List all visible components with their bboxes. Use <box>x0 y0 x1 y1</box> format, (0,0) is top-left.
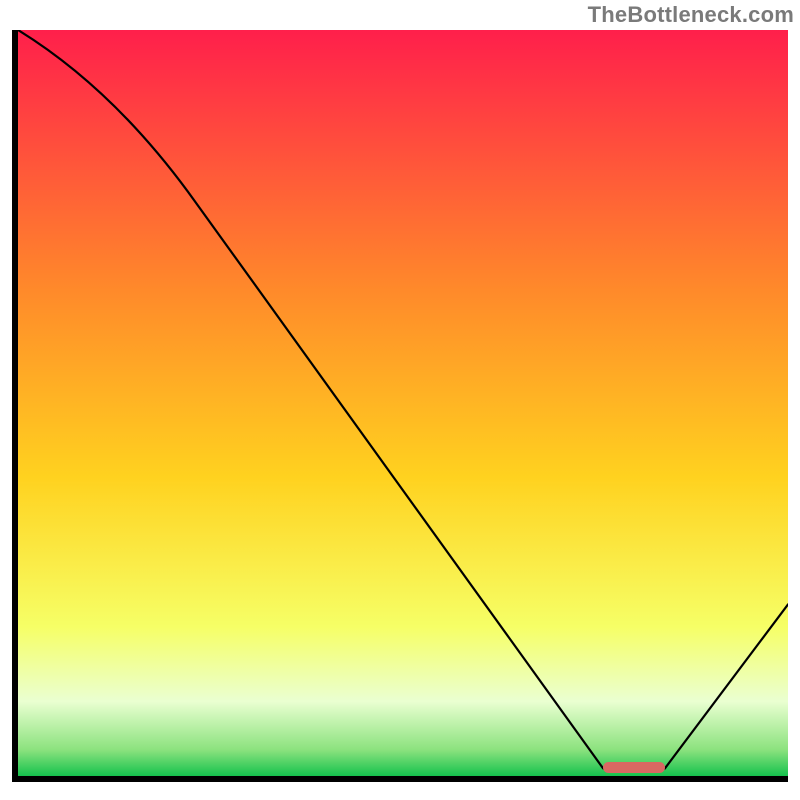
plot-svg <box>18 30 788 776</box>
x-axis <box>12 776 788 782</box>
plot-area <box>18 30 788 776</box>
watermark-text: TheBottleneck.com <box>588 2 794 28</box>
gradient-fill <box>18 30 788 776</box>
optimal-range-marker <box>603 762 665 773</box>
y-axis <box>12 30 18 782</box>
chart-stage: TheBottleneck.com <box>0 0 800 800</box>
